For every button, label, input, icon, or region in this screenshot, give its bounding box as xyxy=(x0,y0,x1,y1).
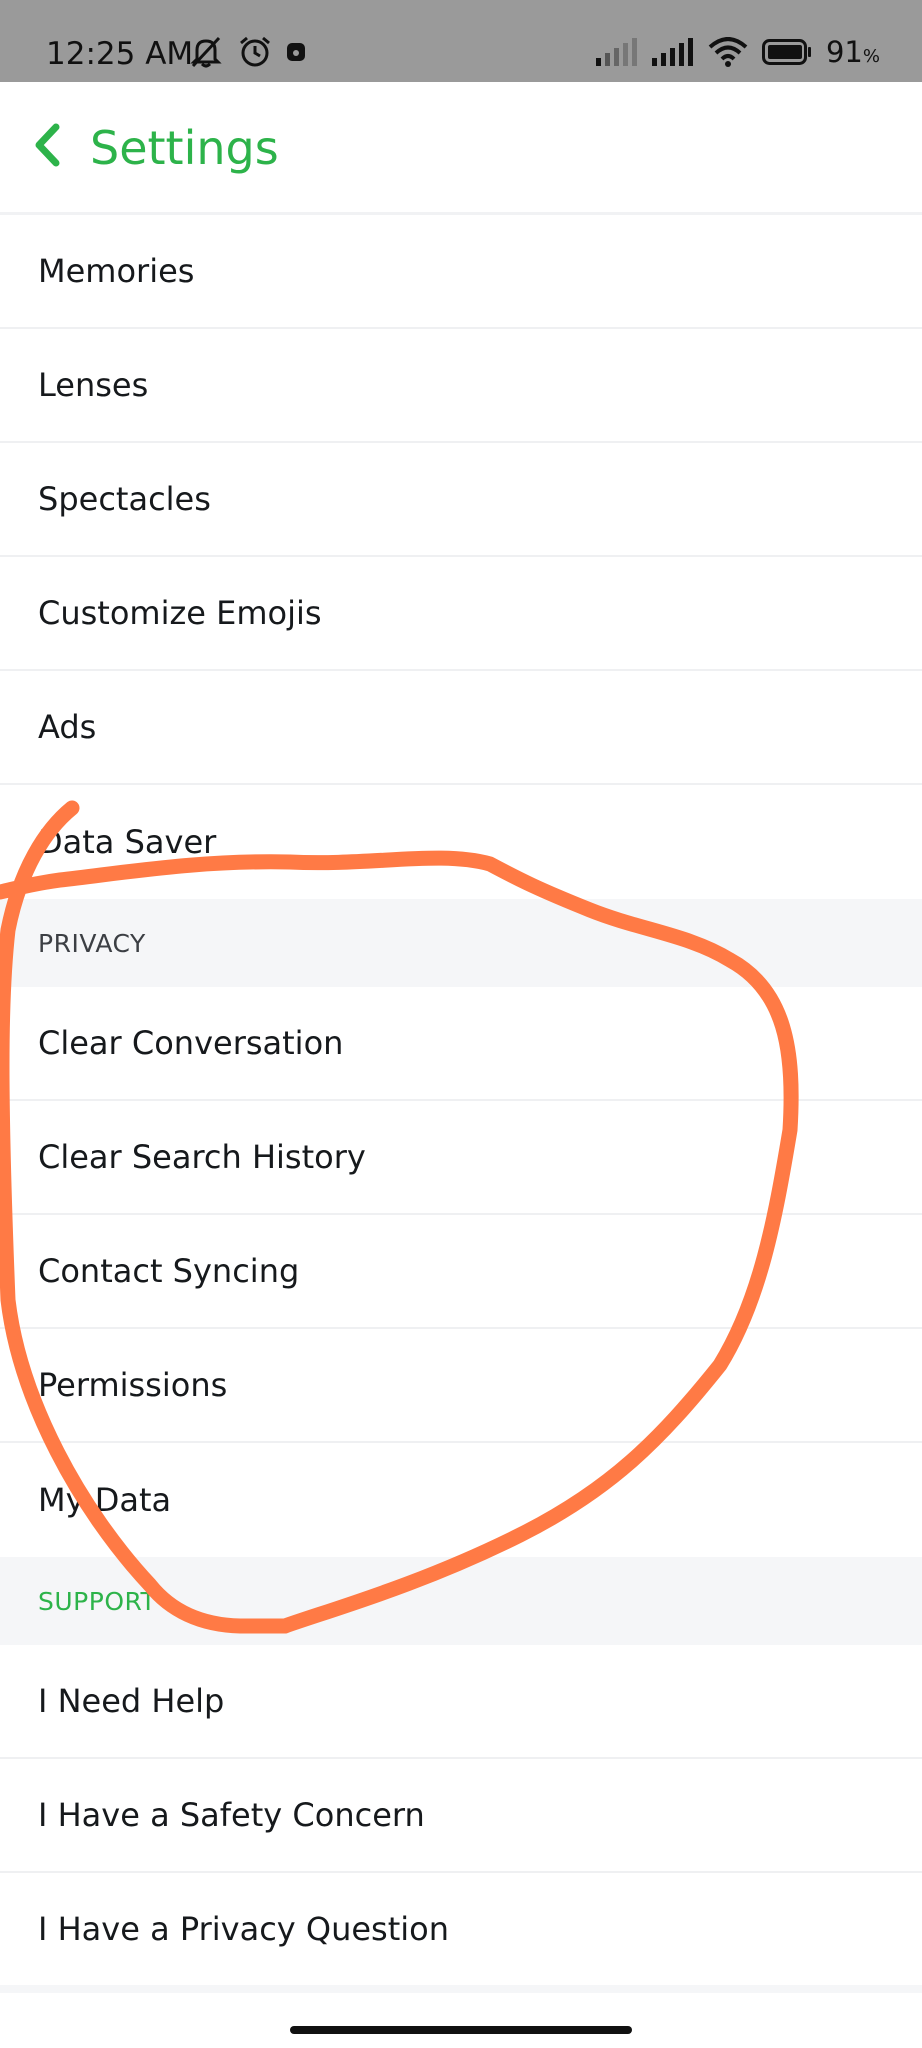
list-tail xyxy=(0,1985,922,1993)
settings-item-privacy-question[interactable]: I Have a Privacy Question xyxy=(0,1873,922,1985)
settings-item-clear-conversation[interactable]: Clear Conversation xyxy=(0,987,922,1101)
alarm-icon xyxy=(237,35,273,73)
header: Settings xyxy=(0,82,922,215)
back-button[interactable] xyxy=(30,122,64,172)
settings-item-lenses[interactable]: Lenses xyxy=(0,329,922,443)
section-header-support: SUPPORT xyxy=(0,1557,922,1645)
status-icons-right: 91% xyxy=(595,34,880,72)
settings-item-contact-syncing[interactable]: Contact Syncing xyxy=(0,1215,922,1329)
battery-icon xyxy=(761,39,812,69)
status-time: 12:25 AM xyxy=(46,36,194,72)
status-icons-left xyxy=(187,36,307,72)
signal-icon xyxy=(651,38,694,70)
settings-item-spectacles[interactable]: Spectacles xyxy=(0,443,922,557)
settings-list: Memories Lenses Spectacles Customize Emo… xyxy=(0,215,922,1993)
settings-item-memories[interactable]: Memories xyxy=(0,215,922,329)
notification-icon xyxy=(285,41,307,67)
settings-item-permissions[interactable]: Permissions xyxy=(0,1329,922,1443)
page-title: Settings xyxy=(90,121,279,175)
settings-item-need-help[interactable]: I Need Help xyxy=(0,1645,922,1759)
battery-percent: 91% xyxy=(825,34,880,69)
settings-item-safety-concern[interactable]: I Have a Safety Concern xyxy=(0,1759,922,1873)
settings-item-clear-search-history[interactable]: Clear Search History xyxy=(0,1101,922,1215)
mute-icon xyxy=(187,35,225,73)
signal-icon xyxy=(595,38,638,70)
settings-item-customize-emojis[interactable]: Customize Emojis xyxy=(0,557,922,671)
status-bar: 12:25 AM 91% xyxy=(0,0,922,82)
settings-item-my-data[interactable]: My Data xyxy=(0,1443,922,1557)
home-indicator xyxy=(290,2026,632,2034)
settings-item-data-saver[interactable]: Data Saver xyxy=(0,785,922,899)
section-header-privacy: PRIVACY xyxy=(0,899,922,987)
wifi-icon xyxy=(708,37,748,71)
chevron-left-icon xyxy=(32,123,62,171)
settings-item-ads[interactable]: Ads xyxy=(0,671,922,785)
